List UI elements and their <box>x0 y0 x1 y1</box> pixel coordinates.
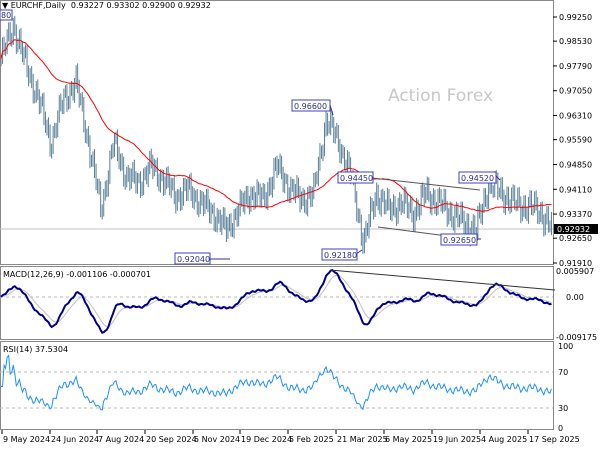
symbol-label: EURCHF,Daily <box>10 1 66 10</box>
svg-text:80: 80 <box>1 11 11 20</box>
current-price-label: 0.92932 <box>557 225 590 234</box>
macd-tick-zero: 0.00 <box>566 293 584 302</box>
chart-title: ▼ EURCHF,Daily 0.93227 0.93302 0.92900 0… <box>2 1 211 10</box>
label-0.96600: 0.96600 <box>291 99 334 116</box>
price-tick-label: 0.98530 <box>559 37 592 46</box>
date-tick-label: 9 May 2024 <box>3 435 50 444</box>
label-0.92180: 0.92180 <box>321 248 363 261</box>
macd-panel: MACD(12,26,9) -0.001106 -0.000701 0.0059… <box>0 266 597 342</box>
price-tick-label: 0.97050 <box>559 87 592 96</box>
date-axis: 9 May 2024 24 Jun 20247 Aug 2024 20 Sep 20… <box>1 430 580 444</box>
rsi-tick-100: 100 <box>558 342 573 351</box>
svg-text:0.92040: 0.92040 <box>177 255 210 264</box>
svg-text:0.92650: 0.92650 <box>443 236 476 245</box>
price-tick-label: 0.92650 <box>559 234 592 243</box>
label-0.94520: 0.94520 <box>458 171 501 184</box>
main-panel: Action Forex 80 0.92040 0.96600 0.94450 … <box>0 0 598 268</box>
collapse-triangle-icon[interactable]: ▼ <box>2 1 8 10</box>
date-tick-label: 4 Aug 2025 <box>481 435 527 444</box>
price-bars <box>0 16 552 254</box>
price-tick-label: 0.94850 <box>559 160 592 169</box>
ohlc-values: 0.93227 0.93302 0.92900 0.92932 <box>70 1 211 10</box>
price-tick-label: 0.93370 <box>559 210 592 219</box>
date-tick-label: 20 Sep 2024 <box>146 435 197 444</box>
price-tick-label: 0.99250 <box>559 13 592 22</box>
date-tick-label: 24 Jun 2024 <box>51 435 99 444</box>
label-0.94450: 0.94450 <box>337 171 374 184</box>
macd-tick-top: 0.005907 <box>556 267 594 276</box>
chart-canvas[interactable]: Action Forex 80 0.92040 0.96600 0.94450 … <box>0 0 600 450</box>
label-80: 80 <box>0 9 13 21</box>
date-tick-label: 19 Dec 2024 <box>241 435 292 444</box>
date-tick-label: 5 Nov 2024 <box>194 435 240 444</box>
chart-window: Action Forex 80 0.92040 0.96600 0.94450 … <box>0 0 600 450</box>
rsi-tick-70: 70 <box>558 368 568 377</box>
macd-tick-bottom: -0.009175 <box>556 333 597 342</box>
price-tick-label: 0.94110 <box>559 185 592 194</box>
date-tick-label: 21 Mar 2025 <box>337 435 388 444</box>
date-tick-label: 7 Aug 2024 <box>98 435 144 444</box>
date-tick-label: 5 Feb 2025 <box>289 435 334 444</box>
svg-text:0.92180: 0.92180 <box>324 251 357 260</box>
date-tick-label: 17 Sep 2025 <box>529 435 580 444</box>
label-0.92040: 0.92040 <box>174 252 230 265</box>
svg-text:0.96600: 0.96600 <box>294 102 327 111</box>
watermark: Action Forex <box>388 86 493 106</box>
rsi-panel-frame <box>0 341 554 430</box>
macd-line <box>0 268 552 334</box>
price-tick-label: 0.96310 <box>559 112 592 121</box>
rsi-panel: RSI(14) 37.5304 100 70 30 0 <box>0 341 573 433</box>
label-0.92650: 0.92650 <box>440 233 481 246</box>
macd-title: MACD(12,26,9) -0.001106 -0.000701 <box>3 270 151 279</box>
date-tick-label: 6 May 2025 <box>385 435 432 444</box>
macd-trendline <box>329 269 556 291</box>
rsi-title: RSI(14) 37.5304 <box>3 345 68 354</box>
price-tick-label: 0.95590 <box>559 136 592 145</box>
date-tick-label: 19 Jun 2025 <box>433 435 481 444</box>
rsi-tick-0: 0 <box>558 424 563 433</box>
main-panel-frame <box>0 0 554 265</box>
svg-text:0.94450: 0.94450 <box>340 174 373 183</box>
price-tick-label: 0.97790 <box>559 62 592 71</box>
svg-text:0.94520: 0.94520 <box>461 174 494 183</box>
rsi-line <box>1 354 552 411</box>
rsi-tick-30: 30 <box>558 404 568 413</box>
